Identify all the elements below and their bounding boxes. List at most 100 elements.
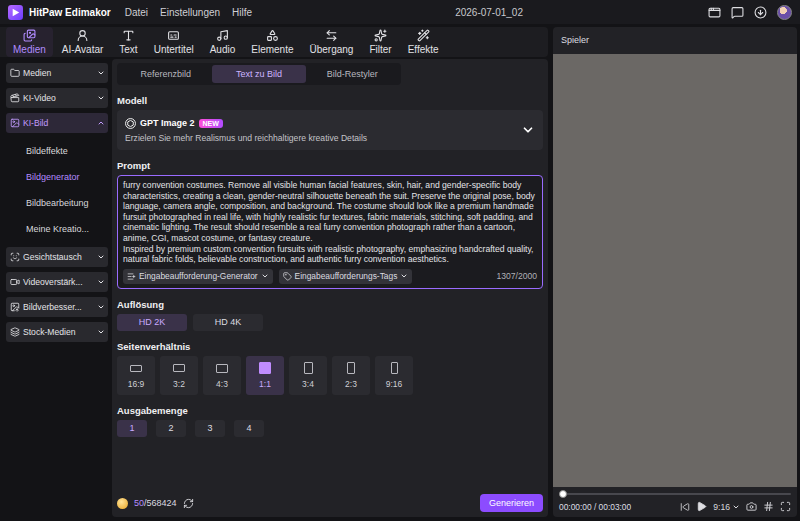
player-frame (553, 54, 797, 487)
stock-layers-icon (10, 327, 20, 337)
chevron-down-icon (97, 253, 105, 261)
toolbar-item[interactable]: Audio (203, 27, 243, 57)
aspect-option[interactable]: 3:4 (289, 356, 327, 395)
toolbar-item[interactable]: Elemente (244, 27, 300, 57)
quantity-option[interactable]: 3 (195, 420, 225, 437)
aspect-shape-icon (304, 362, 313, 374)
sidebar-subitem[interactable]: Meine Kreatio... (6, 216, 108, 242)
play-button[interactable] (696, 501, 707, 512)
user-avatar[interactable] (777, 5, 792, 20)
chevron-down-icon (521, 123, 535, 137)
sidebar-subitem[interactable]: Bildgenerator (6, 164, 108, 190)
step-back-button[interactable] (680, 502, 690, 512)
sidebar-item[interactable]: Stock-Medien (6, 322, 108, 342)
quantity-options: 1234 (117, 420, 543, 437)
text-icon (122, 29, 135, 42)
resolution-option[interactable]: HD 4K (193, 314, 263, 331)
playhead[interactable] (559, 490, 567, 498)
resolution-option[interactable]: HD 2K (117, 314, 187, 331)
sidebar-item[interactable]: KI-Bild (6, 113, 108, 133)
sidebar: Medien KI-Video KI-Bild BildeffekteBildgene… (6, 59, 108, 517)
toolbar-item[interactable]: Medien (6, 27, 53, 57)
grid-icon (763, 501, 774, 512)
ratio-dropdown[interactable]: 9:16 (713, 502, 740, 512)
sidebar-subitem[interactable]: Bildeffekte (6, 138, 108, 164)
toolbar-item[interactable]: AI-Avatar (55, 27, 111, 57)
menu-item[interactable]: Hilfe (232, 7, 252, 18)
title-bar: HitPaw EdimakorDateiEinstellungenHilfe20… (0, 0, 800, 24)
timeline[interactable] (559, 489, 791, 499)
elements-icon (266, 29, 279, 42)
image-icon (10, 118, 20, 128)
generate-button[interactable]: Generieren (480, 494, 543, 512)
toolbar-item[interactable]: Filter (362, 27, 398, 57)
chevron-down-icon (97, 303, 105, 311)
quantity-option[interactable]: 2 (156, 420, 186, 437)
effects-icon (417, 29, 430, 42)
model-select[interactable]: GPT Image 2NEWErzielen Sie mehr Realismu… (117, 110, 543, 150)
prompt-tags-dropdown[interactable]: Eingabeaufforderungs-Tags (279, 269, 413, 284)
chevron-down-icon (97, 328, 105, 336)
chevron-down-icon (97, 69, 105, 77)
media-icon (23, 29, 36, 42)
aspect-option[interactable]: 4:3 (203, 356, 241, 395)
quantity-option[interactable]: 4 (234, 420, 264, 437)
model-description: Erzielen Sie mehr Realismus und reichhal… (125, 133, 367, 143)
sidebar-subitem[interactable]: Bildbearbeitung (6, 190, 108, 216)
prompt-field[interactable]: furry convention costumes. Remove all vi… (117, 175, 543, 289)
quantity-option[interactable]: 1 (117, 420, 147, 437)
chevron-down-icon (261, 272, 269, 280)
window-layout-icon[interactable] (708, 6, 721, 19)
step-back-icon (680, 502, 690, 512)
menu-item[interactable]: Datei (125, 7, 148, 18)
aspect-shape-icon (130, 365, 142, 372)
snapshot-button[interactable] (746, 501, 757, 512)
mode-tab[interactable]: Referenzbild (119, 65, 212, 83)
sidebar-item[interactable]: Gesichtstausch (6, 247, 108, 267)
filter-icon (374, 29, 387, 42)
chevron-down-icon (732, 503, 740, 511)
app-logo-icon (8, 5, 23, 20)
aspect-option[interactable]: 3:2 (160, 356, 198, 395)
clapperboard-icon (10, 93, 20, 103)
download-icon[interactable] (754, 6, 767, 19)
chevron-up-icon (97, 119, 105, 127)
play-icon (696, 501, 707, 512)
aspect-option[interactable]: 16:9 (117, 356, 155, 395)
resolution-options: HD 2K HD 4K (117, 314, 543, 331)
app-title: HitPaw Edimakor (29, 7, 111, 18)
toolbar: MedienAI-AvatarTextUntertitelAudioElemen… (0, 27, 548, 57)
sidebar-item[interactable]: Bildverbesser... (6, 297, 108, 317)
char-counter: 1307/2000 (496, 271, 537, 281)
sidebar-item[interactable]: KI-Video (6, 88, 108, 108)
toolbar-item[interactable]: Text (112, 27, 144, 57)
sidebar-item[interactable]: Medien (6, 63, 108, 83)
mode-tab[interactable]: Bild-Restyler (306, 65, 399, 83)
time-display: 00:00:00 / 00:03:00 (559, 502, 631, 512)
sidebar-item[interactable]: Videoverstärk... (6, 272, 108, 292)
chevron-down-icon (400, 272, 408, 280)
audio-icon (216, 29, 229, 42)
aspect-option[interactable]: 9:16 (375, 356, 413, 395)
fullscreen-button[interactable] (780, 501, 791, 512)
aspect-option[interactable]: 2:3 (332, 356, 370, 395)
toolbar-item[interactable]: Effekte (401, 27, 446, 57)
aspect-shape-icon (347, 362, 355, 374)
title-actions (708, 5, 792, 20)
prompt-generator-dropdown[interactable]: Eingabeaufforderung-Generator (123, 269, 273, 284)
aspect-option[interactable]: 1:1 (246, 356, 284, 395)
camera-icon (746, 501, 757, 512)
grid-button[interactable] (763, 501, 774, 512)
toolbar-item[interactable]: Übergang (303, 27, 361, 57)
menu-item[interactable]: Einstellungen (160, 7, 220, 18)
image-enhance-icon (10, 302, 20, 312)
refresh-button[interactable] (183, 498, 194, 509)
feedback-icon[interactable] (731, 6, 744, 19)
toolbar-item[interactable]: Untertitel (147, 27, 201, 57)
mode-tab[interactable]: Text zu Bild (212, 65, 305, 83)
refresh-icon (183, 498, 194, 509)
coin-icon (117, 498, 128, 509)
chevron-down-icon (97, 278, 105, 286)
prompt-text[interactable]: furry convention costumes. Remove all vi… (123, 180, 537, 265)
tag-icon (283, 272, 292, 281)
